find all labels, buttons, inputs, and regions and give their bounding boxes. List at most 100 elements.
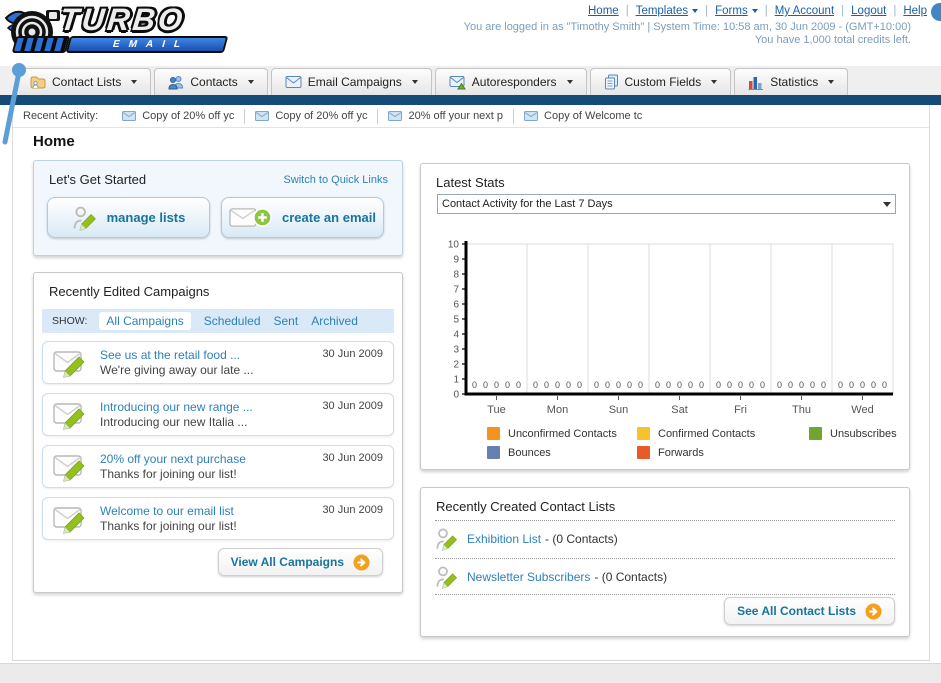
tab-label: Statistics: [770, 75, 819, 89]
svg-text:0: 0: [688, 380, 693, 390]
tab-email-campaigns[interactable]: Email Campaigns: [270, 68, 432, 95]
svg-text:0: 0: [627, 380, 632, 390]
latest-stats-title: Latest Stats: [436, 175, 505, 190]
tab-statistics[interactable]: Statistics: [734, 68, 849, 95]
filter-tab-all-campaigns[interactable]: All Campaigns: [99, 312, 191, 330]
svg-text:0: 0: [810, 380, 815, 390]
legend-swatch: [637, 427, 650, 440]
chevron-down-icon: [692, 9, 699, 13]
chevron-down-icon: [411, 80, 418, 84]
nav-link-help[interactable]: Help: [903, 5, 927, 17]
go-arrow-icon: [353, 553, 370, 571]
svg-text:0: 0: [638, 380, 643, 390]
svg-text:0: 0: [605, 380, 610, 390]
envelope-icon: [388, 111, 403, 121]
svg-text:0: 0: [860, 380, 865, 390]
envelope-pencil-icon: [53, 402, 85, 430]
tab-contacts[interactable]: Contacts: [154, 68, 268, 95]
see-all-contact-lists-label: See All Contact Lists: [737, 604, 856, 618]
svg-text:Sat: Sat: [671, 404, 688, 416]
manage-lists-button[interactable]: manage lists: [47, 197, 210, 238]
tab-contact-lists[interactable]: Contact Lists: [16, 68, 152, 95]
campaign-subtitle: Thanks for joining our list!: [100, 466, 237, 481]
recent-activity-item[interactable]: Copy of Welcome tc: [513, 108, 652, 124]
get-started-title: Let's Get Started: [49, 172, 147, 187]
see-all-contact-lists-button[interactable]: See All Contact Lists: [724, 597, 895, 625]
nav-link-my-account[interactable]: My Account: [775, 5, 834, 17]
recent-activity-item[interactable]: Copy of 20% off yc: [112, 109, 244, 124]
campaign-list: See us at the retail food ... We're givi…: [42, 341, 394, 540]
create-email-button[interactable]: create an email: [221, 197, 384, 238]
nav-separator: |: [893, 5, 897, 17]
svg-text:0: 0: [788, 380, 793, 390]
svg-text:0: 0: [566, 380, 571, 390]
envelope-pencil-icon: [53, 506, 85, 534]
campaign-row[interactable]: Welcome to our email list Thanks for joi…: [42, 497, 394, 540]
email-envelope-icon: [285, 76, 302, 88]
campaign-title-link[interactable]: 20% off your next purchase: [100, 452, 246, 467]
nav-link-templates[interactable]: Templates: [635, 5, 699, 17]
svg-text:0: 0: [594, 380, 599, 390]
campaign-subtitle: We're giving away our late ...: [100, 362, 254, 377]
switch-quick-links-link[interactable]: Switch to Quick Links: [283, 174, 388, 186]
chevron-down-icon: [711, 80, 718, 84]
chevron-down-icon: [247, 80, 254, 84]
recent-activity-item[interactable]: Copy of 20% off yc: [244, 108, 377, 124]
nav-link-logout[interactable]: Logout: [851, 5, 886, 17]
nav-link-forms[interactable]: Forms: [715, 5, 758, 17]
campaign-text: 20% off your next purchase Thanks for jo…: [100, 452, 246, 482]
main-nav-tabbar: Contact Lists Contacts Email Campaigns A…: [0, 66, 941, 95]
campaign-title-link[interactable]: Welcome to our email list: [100, 504, 237, 519]
nav-separator: |: [625, 5, 629, 17]
tab-custom-fields[interactable]: Custom Fields: [589, 68, 732, 95]
campaign-row[interactable]: 20% off your next purchase Thanks for jo…: [42, 445, 394, 488]
filter-tab-sent[interactable]: Sent: [274, 314, 299, 328]
svg-text:3: 3: [453, 345, 459, 356]
contact-list-row[interactable]: Newsletter Subscribers - (0 Contacts): [435, 564, 667, 590]
tab-autoresponders[interactable]: Autoresponders: [434, 68, 587, 95]
filter-tab-archived[interactable]: Archived: [311, 314, 358, 328]
contact-list-name-link[interactable]: Newsletter Subscribers: [467, 570, 590, 584]
campaign-title-link[interactable]: Introducing our new range ...: [100, 400, 253, 415]
recent-activity-item[interactable]: 20% off your next p: [377, 108, 513, 124]
svg-text:Mon: Mon: [547, 404, 568, 416]
campaign-date: 30 Jun 2009: [322, 504, 383, 516]
legend-label: Confirmed Contacts: [658, 427, 756, 440]
turbo-email-logo[interactable]: TURBO EMAIL: [4, 2, 244, 60]
envelope-plus-icon: [229, 208, 272, 227]
svg-text:6: 6: [453, 300, 459, 311]
legend-label: Unconfirmed Contacts: [508, 427, 617, 440]
contact-list-name-link[interactable]: Exhibition List: [467, 532, 541, 546]
svg-text:5: 5: [453, 315, 459, 326]
svg-text:Sun: Sun: [609, 404, 629, 416]
nav-separator: |: [705, 5, 709, 17]
svg-text:0: 0: [483, 380, 488, 390]
nav-link-templates-label: Templates: [635, 5, 689, 17]
nav-link-forms-label: Forms: [715, 5, 748, 17]
stats-period-select[interactable]: Contact Activity for the Last 7 Days: [437, 194, 896, 214]
logo-turbo-text: TURBO: [58, 2, 188, 37]
campaign-title-link[interactable]: See us at the retail food ...: [100, 348, 253, 363]
campaign-row[interactable]: See us at the retail food ... We're givi…: [42, 341, 394, 384]
recent-activity-label: Recent Activity:: [23, 110, 99, 122]
svg-text:9: 9: [453, 255, 459, 266]
statistics-bars-icon: [748, 76, 764, 90]
dotted-divider: [435, 520, 895, 521]
svg-text:0: 0: [655, 380, 660, 390]
nav-link-home[interactable]: Home: [588, 5, 619, 17]
svg-text:0: 0: [849, 380, 854, 390]
filter-tab-scheduled[interactable]: Scheduled: [204, 314, 261, 328]
legend-item: Bounces: [487, 446, 637, 459]
recent-activity-text: Copy of 20% off yc: [275, 110, 368, 122]
svg-text:0: 0: [666, 380, 671, 390]
create-email-label: create an email: [282, 210, 376, 225]
campaign-row[interactable]: Introducing our new range ... Introducin…: [42, 393, 394, 436]
svg-text:0: 0: [616, 380, 621, 390]
tab-label: Contacts: [190, 75, 238, 89]
view-all-campaigns-button[interactable]: View All Campaigns: [217, 548, 383, 576]
go-arrow-icon: [865, 602, 882, 620]
help-bubble-icon[interactable]: [931, 3, 941, 21]
recent-activity-text: Copy of Welcome tc: [544, 110, 643, 122]
svg-text:Thu: Thu: [792, 404, 811, 416]
contact-list-row[interactable]: Exhibition List - (0 Contacts): [435, 526, 618, 552]
